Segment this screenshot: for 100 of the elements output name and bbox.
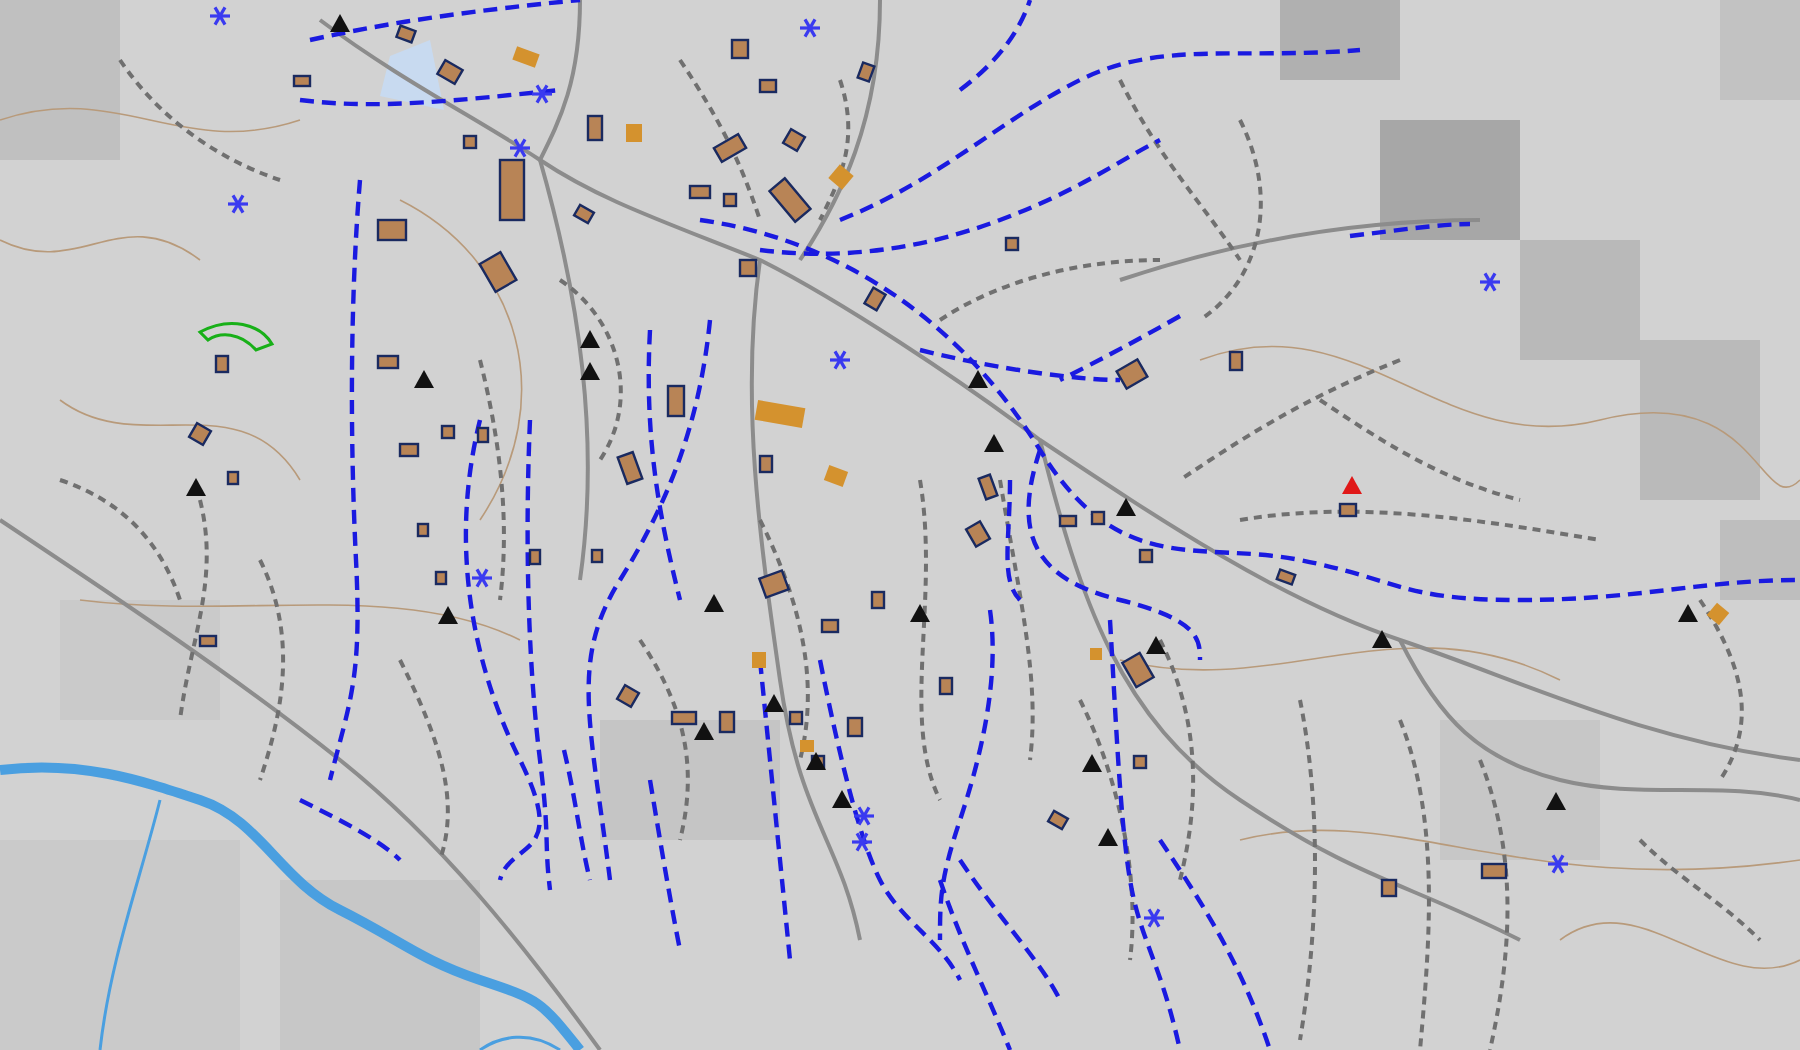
building-shape xyxy=(394,24,418,44)
triangle-marker-icon xyxy=(1372,630,1392,648)
building-shape xyxy=(688,184,712,200)
triangle-marker-icon xyxy=(968,370,988,388)
asterisk-icon xyxy=(510,138,530,158)
building-shape xyxy=(435,58,465,86)
building-shape xyxy=(758,78,778,94)
building-shape xyxy=(586,114,604,142)
asterisk-icon xyxy=(1548,854,1568,874)
building-shape xyxy=(666,384,686,418)
building-shape xyxy=(757,568,791,600)
footpath-line xyxy=(1638,838,1762,942)
building-shape xyxy=(462,134,478,150)
building-shape xyxy=(512,46,540,68)
building-shape xyxy=(1090,648,1102,660)
building-shape xyxy=(738,258,758,278)
building-shape xyxy=(862,286,888,312)
asterisk-icon xyxy=(1144,908,1164,928)
building-shape xyxy=(752,652,766,668)
triangle-marker-icon xyxy=(580,362,600,380)
building-shape xyxy=(977,473,999,501)
hill-shading xyxy=(1520,240,1640,360)
triangle-marker-icon xyxy=(694,722,714,740)
building-shape xyxy=(823,465,849,487)
building-shape xyxy=(615,683,641,709)
building-shape xyxy=(718,710,736,734)
building-shape xyxy=(1706,602,1730,626)
building-shape xyxy=(376,354,400,370)
building-shape xyxy=(226,470,240,486)
asterisk-icon xyxy=(854,806,874,826)
triangle-marker-icon xyxy=(1546,792,1566,810)
building-shape xyxy=(754,400,806,428)
hill-shading xyxy=(1720,520,1800,600)
building-shape xyxy=(528,548,542,566)
building-shape xyxy=(722,192,738,208)
building-shape xyxy=(1480,862,1508,880)
building-shape xyxy=(1004,236,1020,252)
triangle-marker-icon xyxy=(1342,476,1362,494)
hill-shading xyxy=(1380,120,1520,240)
building-shape xyxy=(964,519,992,549)
area-outline xyxy=(198,322,274,352)
building-shape xyxy=(476,426,490,444)
lake-shape xyxy=(380,40,444,110)
building-shape xyxy=(1132,754,1148,770)
triangle-marker-icon xyxy=(1146,636,1166,654)
asterisk-icon xyxy=(210,6,230,26)
building-shape xyxy=(758,454,774,474)
building-shape xyxy=(416,522,430,538)
building-shape xyxy=(938,676,954,696)
building-shape xyxy=(846,716,864,738)
building-shape xyxy=(1338,502,1358,518)
building-shape xyxy=(398,442,420,458)
building-shape xyxy=(1120,651,1156,689)
building-shape xyxy=(828,164,854,190)
building-shape xyxy=(781,127,807,153)
building-shape xyxy=(214,354,230,374)
asterisk-icon xyxy=(852,832,872,852)
asterisk-icon xyxy=(800,18,820,38)
building-shape xyxy=(498,158,526,222)
building-shape xyxy=(572,203,596,225)
building-shape xyxy=(1046,809,1070,831)
building-shape xyxy=(712,132,748,164)
building-shape xyxy=(730,38,750,60)
triangle-marker-icon xyxy=(806,752,826,770)
building-shape xyxy=(434,570,448,586)
asterisk-icon xyxy=(472,568,492,588)
triangle-marker-icon xyxy=(1098,828,1118,846)
asterisk-icon xyxy=(830,350,850,370)
building-shape xyxy=(440,424,456,440)
triangle-marker-icon xyxy=(910,604,930,622)
building-shape xyxy=(1228,350,1244,372)
building-shape xyxy=(590,548,604,564)
building-shape xyxy=(870,590,886,610)
building-shape xyxy=(820,618,840,634)
triangle-marker-icon xyxy=(1116,498,1136,516)
triangle-marker-icon xyxy=(764,694,784,712)
footpath-line xyxy=(818,79,851,221)
building-shape xyxy=(1275,568,1297,586)
building-shape xyxy=(616,450,644,486)
triangle-marker-icon xyxy=(414,370,434,388)
asterisk-icon xyxy=(532,84,552,104)
triangle-marker-icon xyxy=(1082,754,1102,772)
building-shape xyxy=(856,60,876,84)
triangle-marker-icon xyxy=(438,606,458,624)
building-shape xyxy=(626,124,642,142)
trail-line xyxy=(299,798,402,862)
building-shape xyxy=(198,634,218,648)
asterisk-icon xyxy=(1480,272,1500,292)
triangle-marker-icon xyxy=(330,14,350,32)
triangle-marker-icon xyxy=(704,594,724,612)
building-shape xyxy=(376,218,408,242)
building-shape xyxy=(292,74,312,88)
building-shape xyxy=(1380,878,1398,898)
building-shape xyxy=(670,710,698,726)
hill-shading xyxy=(1280,0,1400,80)
triangle-marker-icon xyxy=(984,434,1004,452)
building-shape xyxy=(1138,548,1154,564)
triangle-marker-icon xyxy=(832,790,852,808)
asterisk-icon xyxy=(228,194,248,214)
triangle-marker-icon xyxy=(1678,604,1698,622)
